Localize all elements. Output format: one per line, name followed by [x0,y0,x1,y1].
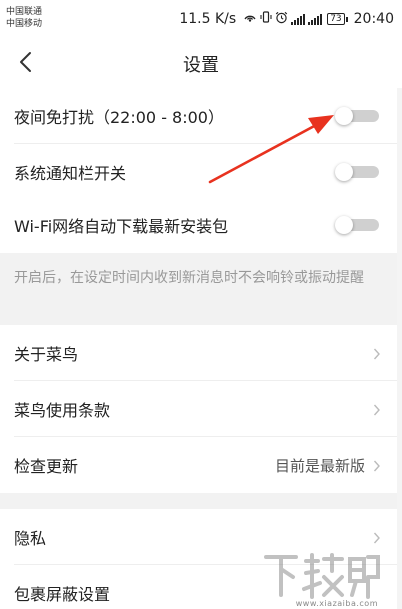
notification-bar-toggle[interactable] [335,163,379,181]
setting-label: 夜间免打扰（22:00 - 8:00） [14,108,224,127]
carrier-names: 中国联通 中国移动 [6,6,42,30]
setting-label: 关于菜鸟 [14,345,79,364]
night-dnd-toggle[interactable] [335,107,379,125]
setting-label: Wi-Fi网络自动下载最新安装包 [14,217,229,236]
watermark-logo [260,547,382,603]
page-title: 设置 [183,55,219,76]
nav-bar: 设置 [0,38,402,88]
switch-knob [335,107,353,125]
setting-label: 系统通知栏开关 [14,164,127,183]
clock: 20:40 [353,11,394,27]
chevron-right-icon [373,530,381,544]
carrier-2: 中国移动 [6,19,43,29]
switch-knob [335,163,353,181]
signal-icon [308,13,323,25]
setting-label: 检查更新 [14,457,79,476]
signal-icon [291,13,306,25]
setting-row-notification-bar: 系统通知栏开关 [0,144,397,200]
setting-row-night-dnd: 夜间免打扰（22:00 - 8:00） [0,88,397,144]
dnd-note-text: 开启后，在设定时间内收到新消息时不会响铃或振动提醒 [14,270,364,286]
setting-row-about[interactable]: 关于菜鸟 [0,325,397,381]
hotspot-icon [243,11,257,27]
status-indicators: 11.5 K/s 73 20:40 [179,9,394,29]
setting-row-check-update[interactable]: 检查更新 目前是最新版 [0,437,397,493]
switch-knob [335,216,353,234]
status-bar: 中国联通 中国移动 11.5 K/s 73 20:40 [0,0,402,38]
setting-label: 包裹屏蔽设置 [14,585,111,604]
section-gap [0,493,397,509]
watermark-url: www.xiazaiba.com [295,599,378,608]
setting-label: 隐私 [14,529,47,548]
vibrate-icon [260,11,272,27]
battery-icon: 73 [327,13,349,25]
chevron-right-icon [373,458,381,472]
wifi-auto-download-toggle[interactable] [335,216,379,234]
setting-row-terms[interactable]: 菜鸟使用条款 [0,381,397,437]
chevron-right-icon [373,402,381,416]
carrier-1: 中国联通 [6,7,43,17]
dnd-note-section: 开启后，在设定时间内收到新消息时不会响铃或振动提醒 [0,253,397,325]
net-speed: 11.5 K/s [179,11,237,27]
scroll-edge [397,88,402,609]
setting-label: 菜鸟使用条款 [14,401,111,420]
update-status: 目前是最新版 [274,457,365,475]
chevron-right-icon [373,346,381,360]
setting-row-wifi-auto-download: Wi-Fi网络自动下载最新安装包 [0,197,397,253]
alarm-icon [275,11,288,28]
